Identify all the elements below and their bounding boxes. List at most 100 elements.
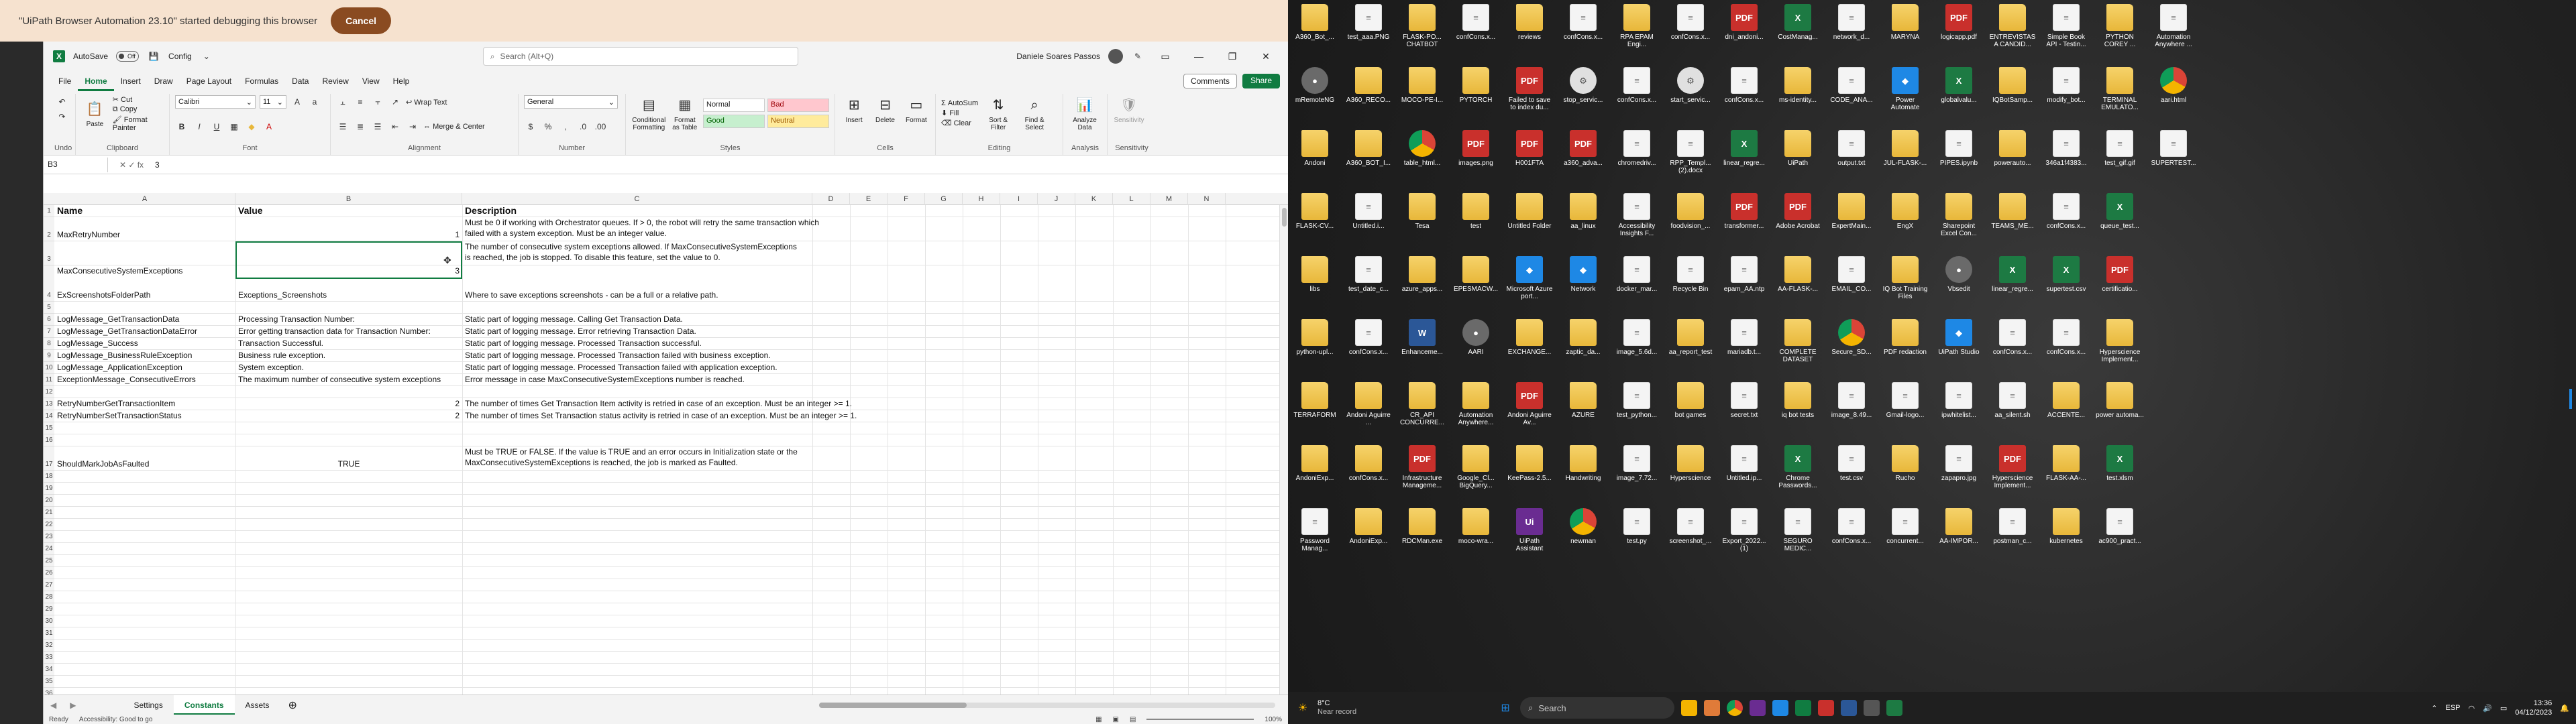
desktop-icon[interactable]: EPESMACW... xyxy=(1452,256,1500,293)
desktop-icon[interactable]: ≡ confCons.x... xyxy=(1344,319,1393,356)
chrome-icon[interactable] xyxy=(1727,700,1743,716)
tab-insert[interactable]: Insert xyxy=(114,71,148,91)
desktop-icon[interactable]: ≡ Untitled.i... xyxy=(1344,193,1393,230)
row-header[interactable]: 28 xyxy=(44,591,54,603)
desktop-icon[interactable]: ◆ Network xyxy=(1559,256,1607,293)
user-name[interactable]: Daniele Soares Passos xyxy=(1016,52,1100,61)
desktop-icon[interactable]: Sharepoint Excel Con... xyxy=(1935,193,1983,237)
desktop-icon[interactable]: ≡ chromedriv... xyxy=(1613,130,1661,167)
desktop-icon[interactable]: PDF Adobe Acrobat xyxy=(1774,193,1822,230)
desktop-icon[interactable]: PYTORCH xyxy=(1452,67,1500,104)
desktop-icon[interactable]: ≡ secret.txt xyxy=(1720,382,1768,419)
cell-a1[interactable]: Name xyxy=(56,205,234,217)
row-header[interactable]: 27 xyxy=(44,579,54,591)
zoom-level[interactable]: 100% xyxy=(1265,716,1282,723)
desktop-icon[interactable]: ≡ screenshot_... xyxy=(1666,508,1715,545)
desktop-icon[interactable]: ≡ confCons.x... xyxy=(1613,67,1661,104)
start-icon[interactable]: ⊞ xyxy=(1497,700,1513,716)
desktop-icon[interactable]: MARYNA xyxy=(1881,4,1929,41)
row-header[interactable]: 1 xyxy=(44,205,54,217)
vscode-icon[interactable] xyxy=(1841,700,1858,716)
desktop-icon[interactable]: PDF redaction xyxy=(1881,319,1929,356)
desktop-icon[interactable]: ≡ docker_mar... xyxy=(1613,256,1661,293)
desktop-icon[interactable]: test xyxy=(1452,193,1500,230)
bold-icon[interactable]: B xyxy=(175,120,189,133)
cell-b15[interactable]: 2 xyxy=(237,410,461,422)
desktop-icon[interactable]: ≡ Password Manag... xyxy=(1291,508,1339,552)
col-header-j[interactable]: J xyxy=(1038,193,1075,205)
desktop-icon[interactable]: ● AARI xyxy=(1452,319,1500,356)
desktop-icon[interactable]: CR_API CONCURRE... xyxy=(1398,382,1446,426)
row-header[interactable]: 25 xyxy=(44,555,54,567)
desktop-icon[interactable]: ≡ test_gif.gif xyxy=(2096,130,2144,167)
wrap-text-button[interactable]: ↩ Wrap Text xyxy=(406,98,447,107)
row-header[interactable]: 17 xyxy=(44,446,54,471)
merge-center-button[interactable]: ⇔ Merge & Center xyxy=(423,123,485,131)
style-good[interactable]: Good xyxy=(703,115,765,128)
row-header[interactable]: 10 xyxy=(44,362,54,374)
cell-b17[interactable]: TRUE xyxy=(237,459,461,471)
row-header[interactable]: 12 xyxy=(44,386,54,398)
style-bad[interactable]: Bad xyxy=(767,99,829,112)
desktop-icon[interactable]: ≡ confCons.x... xyxy=(1827,508,1876,545)
sheet-tab-assets[interactable]: Assets xyxy=(235,695,280,715)
align-top-icon[interactable]: ⫠ xyxy=(336,95,350,109)
page-layout-view-icon[interactable]: ▣ xyxy=(1113,716,1119,723)
cell-a14[interactable]: RetryNumberGetTransactionItem xyxy=(56,398,234,410)
row-header[interactable]: 4 xyxy=(44,265,54,302)
cell-a7[interactable]: LogMessage_GetTransactionData xyxy=(56,314,234,326)
row-header[interactable]: 32 xyxy=(44,640,54,652)
desktop-icon[interactable]: ≡ CODE_ANA... xyxy=(1827,67,1876,104)
desktop-icon[interactable]: ≡ EMAIL_CO... xyxy=(1827,256,1876,293)
desktop-icon[interactable]: PDF logicapp.pdf xyxy=(1935,4,1983,41)
desktop-icon[interactable]: ≡ confCons.x... xyxy=(1720,67,1768,104)
font-color-icon[interactable]: A xyxy=(262,120,276,133)
notification-icon[interactable]: 🔔 xyxy=(2560,704,2569,713)
row-header[interactable]: 2 xyxy=(44,217,54,241)
desktop-icon[interactable]: ≡ modify_bot... xyxy=(2042,67,2090,104)
cell-c1[interactable]: Description xyxy=(464,205,811,217)
col-header-k[interactable]: K xyxy=(1075,193,1113,205)
row-header[interactable]: 31 xyxy=(44,627,54,640)
align-bottom-icon[interactable]: ⫟ xyxy=(371,95,384,109)
desktop-icon[interactable]: IQ Bot Training Files xyxy=(1881,256,1929,300)
desktop-icon[interactable]: ≡ postman_c... xyxy=(1988,508,2037,545)
terminal-icon[interactable] xyxy=(1864,700,1880,716)
desktop-icon[interactable]: ExpertMain... xyxy=(1827,193,1876,230)
currency-icon[interactable]: $ xyxy=(524,120,537,133)
row-header[interactable]: 3 xyxy=(44,241,54,265)
desktop-icon[interactable]: Xglobalvalu... xyxy=(1935,67,1983,104)
battery-icon[interactable]: ▭ xyxy=(2500,704,2507,713)
desktop-icon[interactable]: ≡ 346a1f4383... xyxy=(2042,130,2090,167)
row-header[interactable]: 22 xyxy=(44,519,54,531)
col-header-l[interactable]: L xyxy=(1113,193,1150,205)
cell-a15[interactable]: RetryNumberSetTransactionStatus xyxy=(56,410,234,422)
weather-temp[interactable]: 8°C xyxy=(1318,699,1356,708)
cell-a12[interactable]: ExceptionMessage_ConsecutiveErrors xyxy=(56,374,234,386)
desktop-icon[interactable]: ◆ Microsoft Azure port... xyxy=(1505,256,1554,300)
desktop-icon[interactable]: FLASK-CV... xyxy=(1291,193,1339,230)
desktop-icon[interactable]: A360_RECO... xyxy=(1344,67,1393,104)
row-header[interactable]: 21 xyxy=(44,507,54,519)
cell-b9[interactable]: Transaction Successful. xyxy=(237,338,461,350)
language-indicator[interactable]: ESP xyxy=(2446,704,2461,712)
align-center-icon[interactable]: ≣ xyxy=(354,120,367,133)
desktop-icon[interactable]: ≡ image_5.6d... xyxy=(1613,319,1661,356)
desktop-icon[interactable]: IQBotSamp... xyxy=(1988,67,2037,104)
desktop-icon[interactable]: ENTREVISTAS A CANDID... xyxy=(1988,4,2037,48)
horizontal-scrollbar[interactable] xyxy=(819,702,1275,708)
uipath-icon[interactable] xyxy=(1750,700,1766,716)
desktop-icon[interactable]: ≡ image_8.49... xyxy=(1827,382,1876,419)
excel-taskbar-icon[interactable] xyxy=(1795,700,1812,716)
desktop-icon[interactable]: python-upl... xyxy=(1291,319,1339,356)
desktop-icon[interactable]: azure_apps... xyxy=(1398,256,1446,293)
underline-icon[interactable]: U xyxy=(210,120,223,133)
spreadsheet-grid[interactable]: A B C D E F G H I J K L M N 1 2 3 4 5 6 7 8 9 10 1… xyxy=(44,193,1289,695)
desktop-icon[interactable]: ≡ SUPERTEST... xyxy=(2149,130,2198,167)
cell-c8[interactable]: Static part of logging message. Error re… xyxy=(464,326,933,338)
align-right-icon[interactable]: ☰ xyxy=(371,120,384,133)
tab-formulas[interactable]: Formulas xyxy=(238,71,285,91)
page-break-view-icon[interactable]: ▤ xyxy=(1130,716,1136,723)
app-icon-red[interactable] xyxy=(1818,700,1835,716)
row-header[interactable]: 11 xyxy=(44,374,54,386)
